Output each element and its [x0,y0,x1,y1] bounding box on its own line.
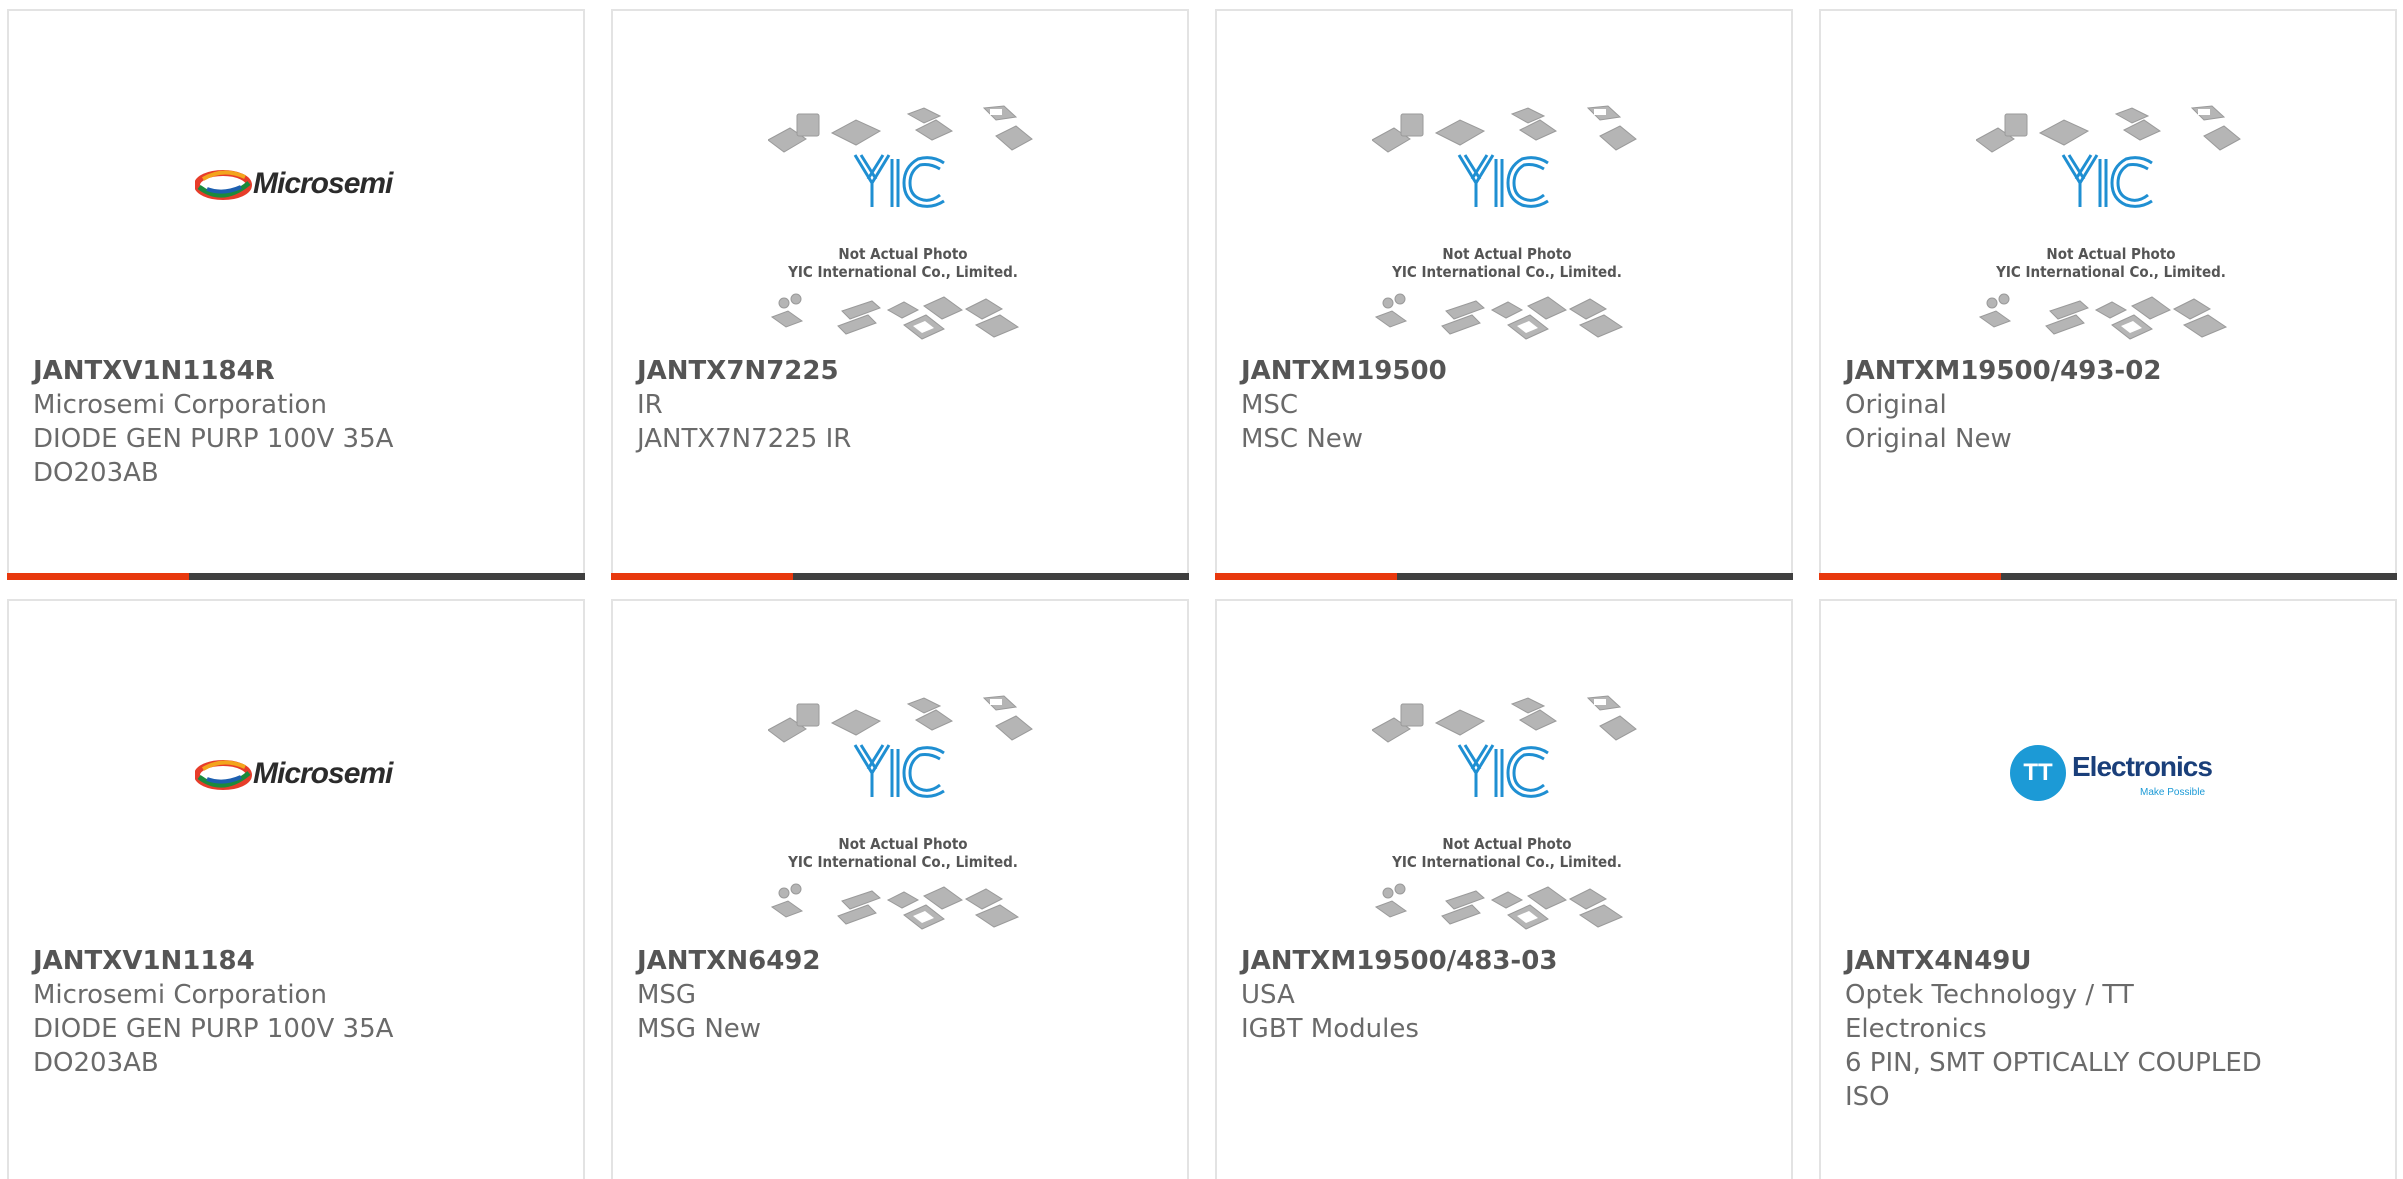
placeholder-caption: Not Actual Photo [2046,245,2176,263]
card-accent-bar [1215,573,1397,580]
description: MSG New [637,1014,762,1044]
description: MSC New [1241,424,1364,454]
product-image[interactable]: Not Actual Photo YIC International Co., … [613,11,1187,346]
product-info: JANTX4N49U Optek Technology / TT Electro… [1845,944,2275,1114]
placeholder-caption: Not Actual Photo [1442,245,1572,263]
microsemi-wordmark: Microsemi [253,167,393,200]
part-number-link[interactable]: JANTXN6492 [637,944,1067,978]
product-card[interactable]: Not Actual Photo YIC International Co., … [611,9,1189,580]
card-bottom-bar [1819,573,2397,580]
placeholder-caption: YIC International Co., Limited. [788,263,1018,281]
yic-placeholder-image: Not Actual Photo YIC International Co., … [1372,693,1642,938]
description: 6 PIN, SMT OPTICALLY COUPLED [1845,1048,2262,1078]
description: DIODE GEN PURP 100V 35A [33,424,394,454]
product-image[interactable]: Microsemi [9,601,583,936]
part-number-link[interactable]: JANTXM19500/493-02 [1845,354,2275,388]
product-info: JANTXM19500 MSC MSC New [1241,354,1671,456]
description: ISO [1845,1082,1890,1112]
part-number-link[interactable]: JANTX4N49U [1845,944,2275,978]
description: DO203AB [33,458,159,488]
product-image[interactable]: Not Actual Photo YIC International Co., … [1217,11,1791,346]
manufacturer: Microsemi Corporation [33,980,327,1010]
manufacturer: USA [1241,980,1295,1010]
description: JANTX7N7225 IR [637,424,852,454]
microsemi-logo: Microsemi [195,165,405,205]
card-accent-bar [611,573,793,580]
product-info: JANTXV1N1184R Microsemi Corporation DIOD… [33,354,463,490]
description: Original New [1845,424,2012,454]
product-image[interactable]: TT Electronics Make Possible [1821,601,2395,936]
product-info: JANTXM19500/493-02 Original Original New [1845,354,2275,456]
placeholder-caption: YIC International Co., Limited. [1392,263,1622,281]
tt-electronics-logo: TT Electronics Make Possible [2010,741,2220,807]
card-accent-bar [7,573,189,580]
product-card[interactable]: TT Electronics Make Possible JANTX4N49U … [1819,599,2397,1179]
product-image[interactable]: Not Actual Photo YIC International Co., … [1821,11,2395,346]
yic-placeholder-image: Not Actual Photo YIC International Co., … [1372,103,1642,348]
product-image[interactable]: Microsemi [9,11,583,346]
product-image[interactable]: Not Actual Photo YIC International Co., … [1217,601,1791,936]
tt-tagline: Make Possible [2140,787,2206,798]
tt-logo-mark: TT [2010,745,2066,801]
manufacturer: Microsemi Corporation [33,390,327,420]
product-card[interactable]: Microsemi JANTXV1N1184 Microsemi Corpora… [7,599,585,1179]
manufacturer: MSG [637,980,697,1010]
yic-placeholder-image: Not Actual Photo YIC International Co., … [1976,103,2246,348]
manufacturer: Electronics [1845,1014,1987,1044]
manufacturer: Optek Technology / TT [1845,980,2134,1010]
placeholder-caption: YIC International Co., Limited. [1996,263,2226,281]
tt-wordmark: Electronics [2072,751,2213,782]
card-bottom-bar [611,573,1189,580]
product-info: JANTX7N7225 IR JANTX7N7225 IR [637,354,1067,456]
yic-placeholder-image: Not Actual Photo YIC International Co., … [768,693,1038,938]
product-card[interactable]: Not Actual Photo YIC International Co., … [611,599,1189,1179]
product-card[interactable]: Not Actual Photo YIC International Co., … [1215,9,1793,580]
product-grid: Microsemi JANTXV1N1184R Microsemi Corpor… [0,0,2403,1179]
card-accent-bar [1819,573,2001,580]
description: IGBT Modules [1241,1014,1419,1044]
placeholder-caption: Not Actual Photo [838,835,968,853]
part-number-link[interactable]: JANTXM19500 [1241,354,1671,388]
part-number-link[interactable]: JANTXV1N1184R [33,354,463,388]
part-number-link[interactable]: JANTX7N7225 [637,354,1067,388]
placeholder-caption: Not Actual Photo [1442,835,1572,853]
card-bottom-bar [1215,573,1793,580]
manufacturer: Original [1845,390,1947,420]
card-bottom-bar [7,573,585,580]
microsemi-wordmark: Microsemi [253,757,393,790]
part-number-link[interactable]: JANTXM19500/483-03 [1241,944,1671,978]
product-info: JANTXM19500/483-03 USA IGBT Modules [1241,944,1671,1046]
manufacturer: IR [637,390,663,420]
placeholder-caption: Not Actual Photo [838,245,968,263]
yic-placeholder-image: Not Actual Photo YIC International Co., … [768,103,1038,348]
placeholder-caption: YIC International Co., Limited. [1392,853,1622,871]
product-info: JANTXV1N1184 Microsemi Corporation DIODE… [33,944,463,1080]
placeholder-caption: YIC International Co., Limited. [788,853,1018,871]
description: DIODE GEN PURP 100V 35A [33,1014,394,1044]
manufacturer: MSC [1241,390,1299,420]
product-info: JANTXN6492 MSG MSG New [637,944,1067,1046]
description: DO203AB [33,1048,159,1078]
product-card[interactable]: Microsemi JANTXV1N1184R Microsemi Corpor… [7,9,585,580]
part-number-link[interactable]: JANTXV1N1184 [33,944,463,978]
product-card[interactable]: Not Actual Photo YIC International Co., … [1215,599,1793,1179]
product-image[interactable]: Not Actual Photo YIC International Co., … [613,601,1187,936]
product-card[interactable]: Not Actual Photo YIC International Co., … [1819,9,2397,580]
microsemi-logo: Microsemi [195,755,405,795]
